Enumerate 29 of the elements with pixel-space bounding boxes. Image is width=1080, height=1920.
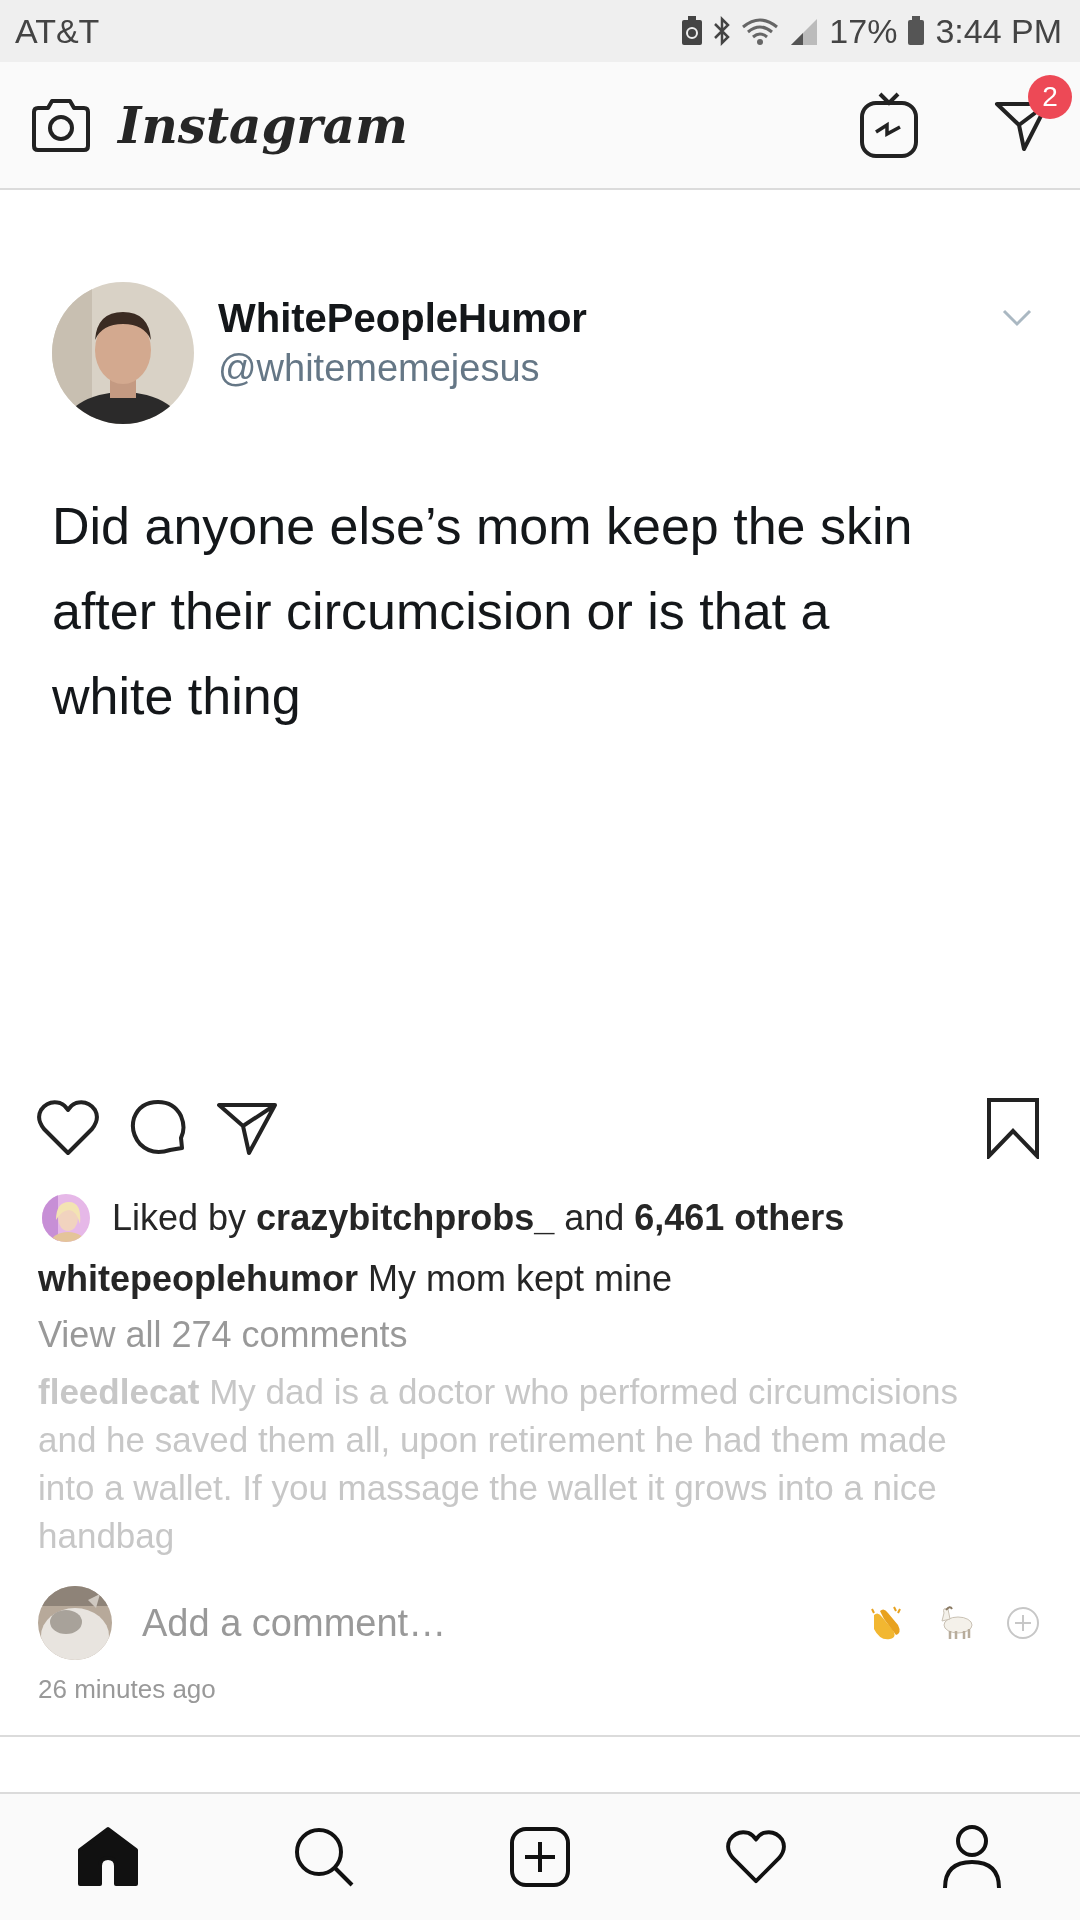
battery-saver-icon [681, 16, 704, 46]
signal-icon [789, 17, 820, 45]
battery-percent: 17% [829, 11, 898, 51]
author-handle: @whitememejesus [218, 347, 541, 390]
app-logo: Instagram [118, 95, 408, 155]
send-icon[interactable] [216, 1100, 278, 1156]
notification-badge: 2 [1028, 75, 1072, 119]
tv-icon[interactable] [860, 92, 918, 158]
camera-icon[interactable] [30, 98, 92, 152]
add-post-icon[interactable] [509, 1826, 571, 1888]
author-name: WhitePeopleHumor [218, 296, 587, 341]
view-comments-link[interactable]: View all 274 comments [38, 1314, 1080, 1356]
bluetooth-icon [713, 16, 732, 46]
comment-text: fleedlecat My dad is a doctor who performed circumcisions and he saved them all, upon retirement he had them made into a wallet. If you massage the wallet it grows into a nice handbag [38, 1371, 960, 1557]
heart-icon[interactable] [36, 1099, 100, 1157]
battery-icon [907, 16, 926, 46]
caption-text: whitepeoplehumor My mom kept mine [38, 1258, 674, 1300]
carrier-label: AT&T [15, 11, 100, 51]
profile-icon[interactable] [942, 1824, 1002, 1890]
wifi-icon [741, 17, 780, 45]
home-icon[interactable] [76, 1826, 140, 1888]
bookmark-icon[interactable] [986, 1097, 1040, 1159]
heart-icon[interactable] [724, 1829, 788, 1885]
post-time: 26 minutes ago [38, 1674, 217, 1705]
tweet-text: Did anyone else’s mom keep the skin after their circumcision or is that a white thing [52, 496, 914, 727]
likes-text: Liked by crazybitchprobs_ and 6,461 others [112, 1197, 845, 1239]
search-icon[interactable] [293, 1826, 355, 1888]
comment-input[interactable]: Add a comment… [142, 1601, 838, 1645]
clock: 3:44 PM [935, 11, 1062, 51]
